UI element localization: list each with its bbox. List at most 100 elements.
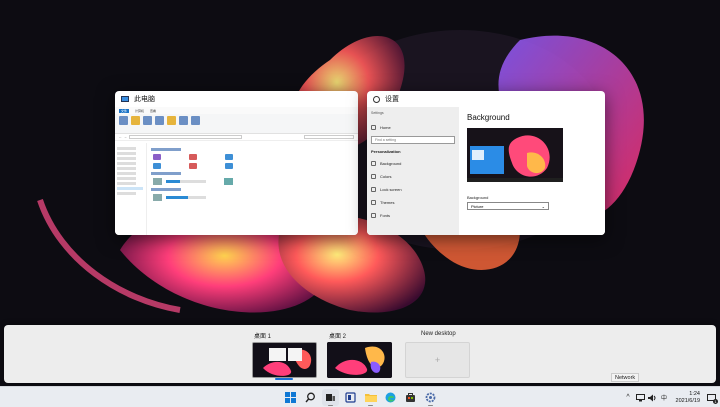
settings-main: Background Background Picture ⌄: [467, 107, 605, 235]
settings-ribbon-icon[interactable]: [191, 116, 200, 125]
language-icon[interactable]: 中: [660, 393, 669, 402]
sidebar-item[interactable]: [117, 192, 136, 195]
plus-icon: +: [434, 355, 441, 365]
taskbar-apps: [282, 389, 439, 406]
network-tooltip: Network: [611, 373, 640, 382]
lock-screen-icon: [371, 187, 376, 192]
background-dropdown-value: Picture: [471, 203, 484, 209]
open-icon[interactable]: [131, 116, 140, 125]
nav-home-label: Home: [380, 125, 391, 130]
notification-count: 1: [713, 399, 718, 404]
add-location-icon[interactable]: [179, 116, 188, 125]
search-icon: [305, 392, 315, 403]
search-field[interactable]: [304, 135, 354, 139]
sidebar-item[interactable]: [117, 182, 136, 185]
nav-label: Lock screen: [380, 187, 402, 192]
desktop-1[interactable]: 桌面 1: [252, 331, 317, 380]
sidebar-item[interactable]: [117, 172, 136, 175]
brush-icon: [371, 200, 376, 205]
settings-titlebar: 设置: [367, 91, 605, 107]
explorer-address-bar: ← →: [115, 134, 358, 141]
store-icon: [406, 393, 415, 402]
media-icon[interactable]: [155, 116, 164, 125]
sidebar-item-this-pc[interactable]: [117, 187, 143, 190]
explorer-main: [151, 145, 354, 235]
address-field[interactable]: [129, 135, 242, 139]
folder-row: [153, 163, 352, 169]
system-tray: ^ 中 1:24 2021/6/19 1: [624, 389, 718, 406]
store-button[interactable]: [402, 389, 419, 406]
properties-icon[interactable]: [119, 116, 128, 125]
folder-icon: [364, 394, 377, 402]
sidebar-item[interactable]: [117, 157, 136, 160]
chevron-up-icon[interactable]: ^: [624, 393, 633, 402]
new-desktop-button[interactable]: +: [405, 342, 470, 378]
computer-icon: [121, 96, 129, 102]
drive-c[interactable]: [153, 178, 352, 185]
new-desktop[interactable]: New desktop +: [405, 331, 470, 378]
edge-button[interactable]: [382, 389, 399, 406]
sidebar-item[interactable]: [117, 162, 136, 165]
task-view-button[interactable]: [322, 389, 339, 406]
desktop-2-thumbnail[interactable]: [327, 342, 392, 378]
videos-folder-icon[interactable]: [153, 154, 161, 160]
back-icon[interactable]: ←: [119, 135, 122, 139]
network-share[interactable]: [153, 194, 352, 201]
documents-folder-icon[interactable]: [225, 154, 233, 160]
nav-lock-screen[interactable]: Lock screen: [371, 183, 455, 196]
nav-label: Background: [380, 161, 402, 166]
clock[interactable]: 1:24 2021/6/19: [676, 391, 700, 405]
settings-title: 设置: [385, 96, 399, 103]
taskbar: ^ 中 1:24 2021/6/19 1: [0, 386, 720, 407]
menu-file[interactable]: 文件: [119, 108, 130, 113]
desktop-1-label[interactable]: 桌面 1: [254, 331, 317, 340]
notification-icon[interactable]: 1: [707, 393, 718, 404]
section-personalization: Personalization: [371, 149, 401, 154]
folder-row: [153, 154, 352, 160]
pictures-folder-icon[interactable]: [189, 154, 197, 160]
file-explorer-button[interactable]: [362, 389, 379, 406]
desktop-2[interactable]: 桌面 2: [327, 331, 392, 378]
explorer-window-thumbnail[interactable]: 此电脑 文件 计算机 查看 ← →: [115, 91, 358, 235]
nav-colors[interactable]: Colors: [371, 170, 455, 183]
edge-icon: [385, 392, 396, 403]
network-usage-bar: [166, 196, 206, 199]
menu-computer[interactable]: 计算机: [135, 109, 144, 113]
nav-label: Themes: [380, 200, 395, 205]
widgets-icon: [345, 392, 356, 403]
settings-heading: Background: [467, 113, 510, 122]
desktop-1-thumbnail[interactable]: [252, 342, 317, 378]
sidebar-item[interactable]: [117, 152, 136, 155]
nav-home[interactable]: Home: [371, 121, 455, 134]
desktop-folder-icon[interactable]: [225, 163, 233, 169]
music-folder-icon[interactable]: [189, 163, 197, 169]
menu-view[interactable]: 查看: [150, 109, 156, 113]
background-dropdown[interactable]: Picture ⌄: [467, 202, 549, 210]
desktop-2-label[interactable]: 桌面 2: [329, 331, 392, 340]
settings-content: Settings Home Find a setting Personaliza…: [367, 107, 605, 235]
nav-fonts[interactable]: Fonts: [371, 209, 455, 222]
volume-icon[interactable]: [647, 393, 657, 402]
explorer-sidebar: [115, 143, 147, 235]
search-button[interactable]: [302, 389, 319, 406]
rename-icon[interactable]: [143, 116, 152, 125]
active-desktop-indicator: [275, 378, 293, 380]
forward-icon[interactable]: →: [124, 135, 127, 139]
nav-background[interactable]: Background: [371, 157, 455, 170]
settings-search-input[interactable]: Find a setting: [371, 136, 455, 144]
widgets-button[interactable]: [342, 389, 359, 406]
settings-window-thumbnail[interactable]: 设置 Settings Home Find a setting Personal…: [367, 91, 605, 235]
sidebar-item[interactable]: [117, 177, 136, 180]
network-icon[interactable]: [635, 393, 645, 402]
group-header-folders: [151, 148, 181, 151]
picture-icon: [371, 161, 376, 166]
explorer-titlebar: 此电脑: [115, 91, 358, 107]
settings-app-label: Settings: [371, 111, 384, 115]
sidebar-item[interactable]: [117, 147, 136, 150]
settings-taskbar-button[interactable]: [422, 389, 439, 406]
sidebar-item[interactable]: [117, 167, 136, 170]
start-button[interactable]: [282, 389, 299, 406]
downloads-folder-icon[interactable]: [153, 163, 161, 169]
map-drive-icon[interactable]: [167, 116, 176, 125]
nav-themes[interactable]: Themes: [371, 196, 455, 209]
